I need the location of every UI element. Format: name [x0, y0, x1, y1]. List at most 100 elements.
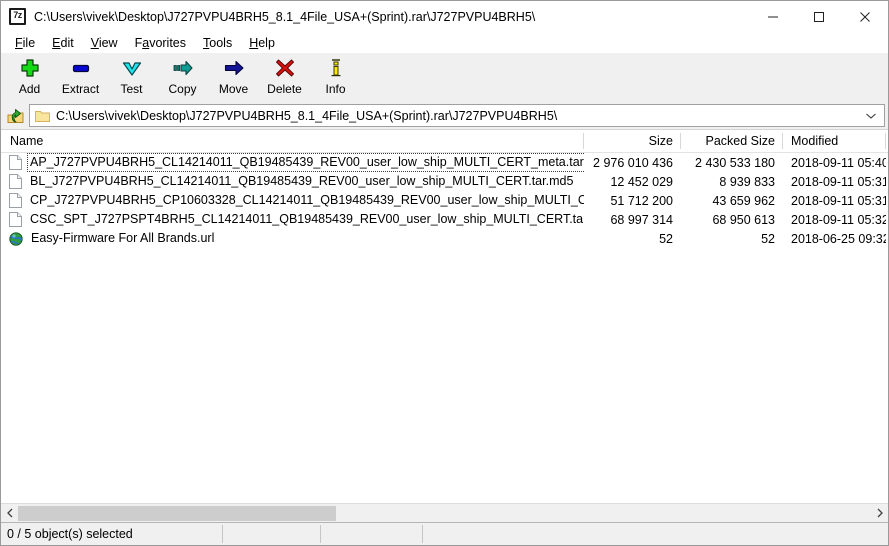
- cell-size: 2 976 010 436: [593, 155, 673, 170]
- info-button[interactable]: Info: [310, 53, 361, 100]
- menu-view[interactable]: View: [83, 34, 127, 52]
- move-arrow-icon: [208, 56, 259, 80]
- cell-name: BL_J727PVPU4BRH5_CL14214011_QB19485439_R…: [1, 172, 584, 191]
- chevron-left-icon: [6, 508, 12, 518]
- column-header-packed-size[interactable]: Packed Size: [681, 130, 783, 152]
- table-row[interactable]: CP_J727PVPU4BRH5_CP10603328_CL14214011_Q…: [1, 191, 888, 210]
- address-path-text: C:\Users\vivek\Desktop\J727PVPU4BRH5_8.1…: [56, 108, 558, 123]
- menu-tools[interactable]: Tools: [195, 34, 241, 52]
- table-row[interactable]: CSC_SPT_J727PSPT4BRH5_CL14214011_QB19485…: [1, 210, 888, 229]
- maximize-icon: [814, 11, 824, 22]
- title-bar: C:\Users\vivek\Desktop\J727PVPU4BRH5_8.1…: [1, 1, 888, 32]
- delete-button[interactable]: Delete: [259, 53, 310, 100]
- add-button[interactable]: Add: [4, 53, 55, 100]
- extract-label: Extract: [61, 82, 100, 96]
- file-icon: [9, 193, 22, 208]
- cell-modified: 2018-09-11 05:40: [791, 155, 886, 170]
- file-list-rows: AP_J727PVPU4BRH5_CL14214011_QB19485439_R…: [1, 153, 888, 503]
- menu-edit[interactable]: Edit: [44, 34, 83, 52]
- cell-size: 12 452 029: [610, 174, 673, 189]
- cell-name: AP_J727PVPU4BRH5_CL14214011_QB19485439_R…: [1, 153, 584, 172]
- scrollbar-thumb[interactable]: [18, 505, 336, 521]
- cell-modified: 2018-06-25 09:32: [791, 231, 886, 246]
- move-button[interactable]: Move: [208, 53, 259, 100]
- status-panel-4: [423, 523, 888, 545]
- table-row[interactable]: AP_J727PVPU4BRH5_CL14214011_QB19485439_R…: [1, 153, 888, 172]
- file-name: BL_J727PVPU4BRH5_CL14214011_QB19485439_R…: [30, 174, 574, 188]
- cell-packed-size: 43 659 962: [712, 193, 775, 208]
- file-icon: [9, 155, 22, 170]
- up-one-level-icon: [7, 108, 24, 123]
- table-row[interactable]: BL_J727PVPU4BRH5_CL14214011_QB19485439_R…: [1, 172, 888, 191]
- cell-size: 52: [659, 231, 673, 246]
- chevron-right-icon: [877, 508, 883, 518]
- cell-modified: 2018-09-11 05:31: [791, 193, 886, 208]
- file-name: Easy-Firmware For All Brands.url: [31, 231, 215, 245]
- seven-zip-app-icon: [9, 8, 26, 25]
- info-i-icon: [310, 56, 361, 80]
- address-bar: C:\Users\vivek\Desktop\J727PVPU4BRH5_8.1…: [1, 102, 888, 129]
- info-label: Info: [325, 82, 346, 96]
- status-panel-2: [223, 523, 321, 545]
- delete-label: Delete: [267, 82, 302, 96]
- table-row[interactable]: Easy-Firmware For All Brands.url 52 52 2…: [1, 229, 888, 248]
- file-icon: [9, 174, 22, 189]
- status-bar: 0 / 5 object(s) selected: [1, 522, 888, 545]
- scroll-right-button[interactable]: [871, 504, 888, 522]
- address-field[interactable]: C:\Users\vivek\Desktop\J727PVPU4BRH5_8.1…: [29, 104, 885, 127]
- status-panel-3: [321, 523, 423, 545]
- copy-button[interactable]: Copy: [157, 53, 208, 100]
- menu-bar: File Edit View Favorites Tools Help: [1, 32, 888, 53]
- address-dropdown-button[interactable]: [858, 105, 884, 126]
- file-name: AP_J727PVPU4BRH5_CL14214011_QB19485439_R…: [27, 153, 584, 172]
- scrollbar-track[interactable]: [18, 504, 871, 522]
- cell-size: 51 712 200: [610, 193, 673, 208]
- file-name: CP_J727PVPU4BRH5_CP10603328_CL14214011_Q…: [30, 193, 584, 207]
- extract-bar-icon: [55, 56, 106, 80]
- menu-help[interactable]: Help: [241, 34, 284, 52]
- column-header-size[interactable]: Size: [584, 130, 681, 152]
- folder-icon: [35, 109, 50, 122]
- cell-modified: 2018-09-11 05:32: [791, 212, 886, 227]
- chevron-down-icon: [866, 113, 876, 119]
- toolbar: Add Extract Test Copy Move Delete Info: [1, 53, 888, 102]
- delete-x-icon: [259, 56, 310, 80]
- column-header-row: Name Size Packed Size Modified: [1, 130, 888, 153]
- cell-size: 68 997 314: [610, 212, 673, 227]
- cell-name: CSC_SPT_J727PSPT4BRH5_CL14214011_QB19485…: [1, 210, 584, 229]
- cell-name: Easy-Firmware For All Brands.url: [1, 229, 584, 248]
- close-icon: [860, 11, 870, 22]
- window-title: C:\Users\vivek\Desktop\J727PVPU4BRH5_8.1…: [34, 9, 536, 24]
- menu-file[interactable]: File: [7, 34, 44, 52]
- extract-button[interactable]: Extract: [55, 53, 106, 100]
- cell-packed-size: 52: [761, 231, 775, 246]
- minimize-icon: [768, 16, 778, 17]
- cell-name: CP_J727PVPU4BRH5_CP10603328_CL14214011_Q…: [1, 191, 584, 210]
- cell-packed-size: 8 939 833: [719, 174, 775, 189]
- cell-packed-size: 2 430 533 180: [695, 155, 775, 170]
- up-one-level-button[interactable]: [3, 103, 29, 128]
- menu-favorites[interactable]: Favorites: [127, 34, 195, 52]
- globe-icon: [9, 231, 23, 246]
- test-button[interactable]: Test: [106, 53, 157, 100]
- copy-arrow-icon: [157, 56, 208, 80]
- move-label: Move: [218, 82, 249, 96]
- file-name: CSC_SPT_J727PSPT4BRH5_CL14214011_QB19485…: [30, 212, 584, 226]
- status-selection: 0 / 5 object(s) selected: [1, 523, 223, 545]
- maximize-button[interactable]: [796, 1, 842, 32]
- cell-packed-size: 68 950 613: [712, 212, 775, 227]
- plus-icon: [4, 56, 55, 80]
- test-label: Test: [120, 82, 143, 96]
- scroll-left-button[interactable]: [1, 504, 18, 522]
- close-button[interactable]: [842, 1, 888, 32]
- cell-modified: 2018-09-11 05:31: [791, 174, 886, 189]
- file-list: Name Size Packed Size Modified AP_J727PV…: [1, 129, 888, 522]
- copy-label: Copy: [168, 82, 197, 96]
- column-header-modified[interactable]: Modified: [783, 130, 886, 152]
- seven-zip-window: C:\Users\vivek\Desktop\J727PVPU4BRH5_8.1…: [0, 0, 889, 546]
- minimize-button[interactable]: [750, 1, 796, 32]
- horizontal-scrollbar[interactable]: [1, 503, 888, 522]
- window-controls: [750, 1, 888, 32]
- column-header-name[interactable]: Name: [1, 130, 584, 152]
- file-icon: [9, 212, 22, 227]
